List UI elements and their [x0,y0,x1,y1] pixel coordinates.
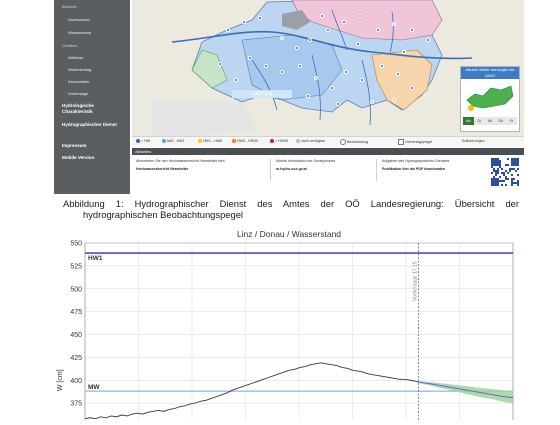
zamg-tab-mi[interactable]: Mi [484,117,496,125]
aktuelles-cell[interactable]: Mobile Information fuer Smartphones m.hy… [276,159,377,181]
legend-erlaeuterungen-link[interactable]: Erläuterungen [462,139,485,143]
legend-item: MW - HW1 [162,139,185,144]
map-legend: < HW MW - HW1 HW1 - HW5 HW5 - HW30 > HW3… [132,136,524,147]
qr-code-icon[interactable] [490,157,520,187]
y-tick-label: 400 [70,378,82,385]
hydro-website-screenshot: Berichte Hochwasser Wasserstand Grafiken… [54,0,524,194]
sidebar-sub-item[interactable]: Niederschlag [68,67,91,72]
zamg-tab-fr[interactable]: Fr [506,117,517,125]
y-tick-label: 550 [70,241,82,248]
y-tick-label: 450 [70,332,82,339]
legend-item: nicht verfügbar [296,139,325,144]
sidebar-link-hydrographischer-dienst[interactable]: Hydrographischer Dienst [62,122,122,128]
austria-warning-map [466,85,514,111]
sidebar-sub-item[interactable]: Abflüsse [68,55,83,60]
zamg-title: Aktuelle Wetter warnungen der ZAMG [461,67,519,79]
legend-dot-icon [232,139,236,144]
water-level-chart: Linz / Donau / Wasserstand 550 525 500 475 4… [53,226,525,425]
now-label: Vorhersage 17:15 [413,261,419,301]
y-tick-label: 425 [70,355,82,362]
caption-line-2: hydrographischen Beobachtungspegel [83,209,244,220]
sidebar-sub-item[interactable]: Wasserstand [68,30,91,35]
threshold-label-mw: MW [88,384,100,391]
sidebar-sub-item[interactable]: Kennzahlen [68,79,89,84]
y-tick-label: 500 [70,286,82,293]
figure-caption: Abbildung 1: Hydrographischer Dienst des… [63,198,519,220]
zamg-tab-do[interactable]: Do [495,117,507,125]
caption-line-1: Abbildung 1: Hydrographischer Dienst des… [63,198,519,209]
sidebar-link-hydrologische-charakteristik[interactable]: Hydrologische Charakteristik [62,103,122,114]
aktuelles-bar: Aktuelles [132,148,524,155]
legend-dot-icon [136,139,140,144]
sidebar-link-mobile-version[interactable]: Mobile Version [62,155,94,161]
y-tick-label: 475 [70,309,82,316]
sidebar: Berichte Hochwasser Wasserstand Grafiken… [54,0,130,194]
chart-plot: 550525500475450425400375350W [cm]HW1MWVo… [57,241,514,425]
legend-item: HW5 - HW30 [232,139,258,144]
legend-dot-icon [296,139,300,144]
sidebar-link-impressum[interactable]: Impressum [62,143,87,149]
legend-item: > HW30 [270,139,288,144]
sidebar-sub-item[interactable]: Hochwasser [68,17,90,22]
legend-item: Vorhersagepegel [398,139,432,145]
legend-dot-icon [340,139,346,145]
legend-dot-icon [162,139,166,144]
gauge-map[interactable]: Salzburg Aktuelle Wetter warnungen der Z… [132,0,524,146]
legend-item: HW1 - HW5 [198,139,222,144]
sidebar-sub-heading: Grafiken [62,43,78,48]
aktuelles-panel: Aktuelles Abonnieren Sie den Hochwasserb… [132,148,524,194]
y-tick-label: 525 [70,263,82,270]
sidebar-sub-item[interactable]: Vorhersage [68,91,88,96]
aktuelles-cell[interactable]: Abonnieren Sie den Hochwasserbericht New… [136,159,271,181]
zamg-warning-widget[interactable]: Aktuelle Wetter warnungen der ZAMG Mo Di… [460,66,520,132]
y-axis-label: W [cm] [57,369,64,391]
legend-item: Beobachtung [340,139,368,145]
legend-square-icon [398,139,404,145]
legend-item: < HW [136,139,150,144]
threshold-label-hw1: HW1 [88,255,103,262]
zamg-tab-mo[interactable]: Mo [463,117,474,125]
sidebar-sub-item[interactable]: Berichte [62,4,77,9]
city-label: Salzburg [232,90,292,98]
legend-dot-icon [198,139,202,144]
zamg-tab-di[interactable]: Di [473,117,485,125]
zamg-day-tabs: Mo Di Mi Do Fr [463,117,517,125]
aktuelles-cell[interactable]: Aufgaben des Hydrographischen Dienstes P… [382,159,486,181]
chart-title: Linz / Donau / Wasserstand [236,229,342,239]
y-tick-label: 375 [70,401,82,408]
legend-dot-icon [270,139,274,144]
